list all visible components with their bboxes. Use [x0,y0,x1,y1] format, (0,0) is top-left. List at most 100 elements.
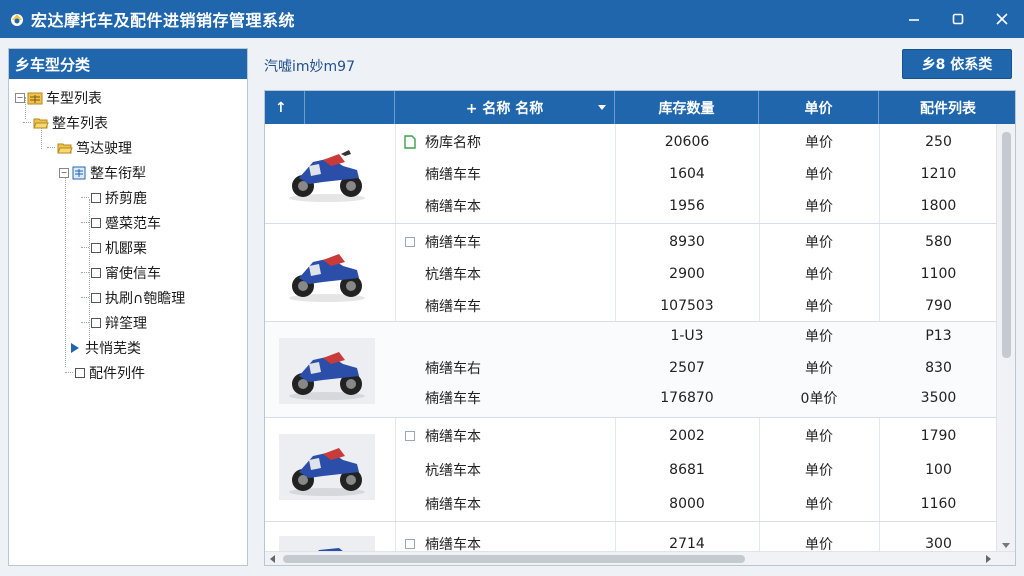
tree-collapse-toggle[interactable]: − [15,92,25,103]
table-row[interactable]: 杭缮车本 8681 单价 100 [265,454,998,486]
minimize-button[interactable] [892,0,936,38]
tree-checkbox[interactable] [91,217,101,228]
item-name: 楠缮车本 [425,537,481,552]
horizontal-scrollbar[interactable] [265,551,1015,565]
scroll-down-icon[interactable] [1002,543,1010,548]
row-checkbox[interactable] [405,431,415,441]
tree-checkbox[interactable] [75,367,85,378]
tree-item-parts-categories[interactable]: 共悄芜类 [9,335,247,360]
column-header-stock[interactable]: 库存数量 [615,91,759,124]
tree-item-label: 挢剪鹿 [105,190,147,207]
item-name: 楠缮车本 [425,429,481,445]
stock-qty: 2900 [669,266,705,282]
tree-item-label: 笃达驶理 [76,140,132,157]
scroll-right-icon[interactable] [986,555,991,563]
vertical-scrollbar[interactable] [996,124,1015,552]
unit-price: 0单价 [800,391,838,407]
parts-count: 1210 [920,166,957,182]
scroll-left-icon[interactable] [270,555,275,563]
folder-open-icon [57,143,73,153]
stock-qty: 2507 [669,360,705,376]
table-row[interactable]: 杭缮车本 2900 单价 1100 [265,258,998,290]
unit-price: 单价 [805,497,833,513]
tree-checkbox[interactable] [91,292,101,303]
unit-price: 单价 [805,167,833,183]
parts-count: 1800 [920,198,957,214]
tree-item-vehicle-types[interactable]: − 车型列表 [9,85,247,110]
tree-item-label: 配件列件 [89,365,145,382]
stock-qty: 1956 [669,198,705,214]
tree-checkbox[interactable] [91,267,101,278]
tree-item-label: 整车列表 [52,115,108,132]
table-row[interactable]: 杨库名称 20606 单价 250 [265,126,998,158]
parts-count: 250 [925,134,952,150]
tree-item-sub[interactable]: 辩筌理 [9,310,247,335]
item-name: 楠缮车车 [425,167,481,183]
parts-count: 100 [925,462,952,478]
vertical-scroll-thumb[interactable] [1002,132,1011,358]
table-row[interactable]: 楠缮车本 2002 单价 1790 [265,420,998,452]
stock-qty: 2002 [669,428,705,444]
tree-item-sub[interactable]: 甯使信车 [9,260,247,285]
tree-item-label: 执刷∩匏瞻理 [105,290,186,307]
stock-qty: 176870 [660,390,714,406]
tree-checkbox[interactable] [91,192,101,203]
row-checkbox[interactable] [405,237,415,247]
document-icon [404,135,416,149]
tree-item-parts-list[interactable]: 配件列件 [9,360,247,385]
tree-item-sub[interactable]: 执刷∩匏瞻理 [9,285,247,310]
tree-checkbox[interactable] [91,242,101,253]
table-row[interactable]: 楠缮车右 2507 单价 830 [265,352,998,384]
item-name [417,320,615,352]
stock-qty: 1604 [669,166,705,182]
tree-item-label: 共悄芜类 [85,340,141,357]
sort-header[interactable]: ↑ [265,91,305,124]
close-button[interactable] [980,0,1024,38]
item-name: 楠缮车本 [425,199,481,215]
column-header-parts[interactable]: 配件列表 [879,91,1015,124]
item-name: 杭缮车本 [425,463,481,479]
folder-open-icon [33,118,49,128]
parts-count: 300 [925,536,952,552]
table-row[interactable]: 楠缮车车 8930 单价 580 [265,226,998,258]
expand-arrow-icon[interactable] [71,342,79,353]
table-row[interactable]: 楠缮车车 176870 0单价 3500 [265,382,998,414]
table-row[interactable]: 楠缮车本 2714 单价 300 [265,528,998,552]
row-checkbox[interactable] [405,539,415,549]
table-row[interactable]: 楠缮车本 8000 单价 1160 [265,488,998,520]
tree-collapse-toggle[interactable]: − [59,167,69,178]
title-bar: 宏达摩托车及配件进销销存管理系统 [0,0,1024,38]
chevron-down-icon[interactable] [598,105,606,110]
stock-qty: 1-U3 [670,328,704,344]
column-header-price[interactable]: 单价 [759,91,879,124]
tree-item-management[interactable]: 笃达驶理 [9,135,247,160]
tree-item-sub[interactable]: 蹙菜范车 [9,210,247,235]
stock-qty: 20606 [664,134,710,150]
image-column-header [305,91,395,124]
app-logo-icon [11,14,23,26]
tree-item-vehicle-group[interactable]: − 整车衔犁 [9,160,247,185]
category-tree: − 车型列表 整车列表 笃达驶理 − 整车衔犁 挢剪鹿 蹙菜范车 机郾栗 甯使信… [9,79,247,385]
unit-price: 单价 [805,537,833,552]
maximize-button[interactable] [936,0,980,38]
table-row[interactable]: 1-U3 单价 P13 [265,320,998,352]
horizontal-scroll-thumb[interactable] [283,555,745,563]
parts-count: 1790 [920,428,957,444]
folder-grid-icon [27,92,43,104]
item-name: 杨库名称 [425,135,481,151]
stock-qty: 8681 [669,462,705,478]
table-row[interactable]: 楠缮车本 1956 单价 1800 [265,190,998,222]
table-row[interactable]: 楠缮车车 107503 单价 790 [265,290,998,322]
system-action-button[interactable]: 乡8 依系类 [902,49,1012,79]
unit-price: 单价 [805,235,833,251]
tree-item-label: 整车衔犁 [90,165,146,182]
main-panel: 汽嘘im妙m97 乡8 依系类 ↑ + 名称 名称 库存数量 单价 配件列表 杨… [262,48,1016,566]
table-row[interactable]: 楠缮车车 1604 单价 1210 [265,158,998,190]
tree-item-label: 辩筌理 [105,315,147,332]
unit-price: 单价 [805,329,833,345]
tree-item-sub[interactable]: 挢剪鹿 [9,185,247,210]
column-header-name[interactable]: + 名称 名称 [395,91,615,124]
tree-item-sub[interactable]: 机郾栗 [9,235,247,260]
tree-item-vehicle-list[interactable]: 整车列表 [9,110,247,135]
tree-checkbox[interactable] [91,317,101,328]
